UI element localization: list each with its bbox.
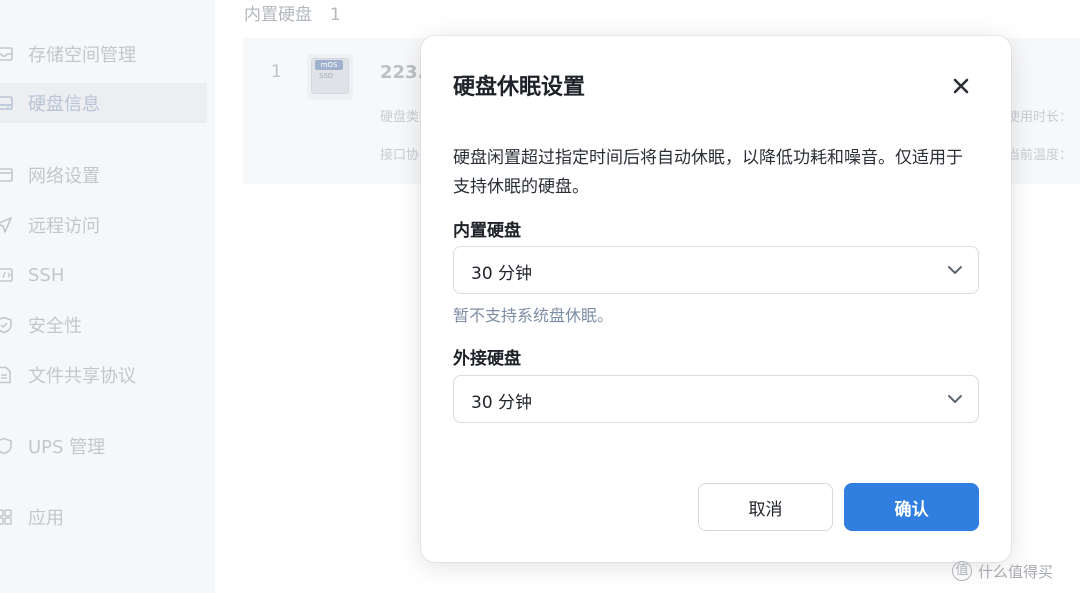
disk-name: 223.: [380, 62, 425, 83]
sidebar-item-ssh[interactable]: SSH: [0, 255, 207, 295]
watermark: 值 什么值得买: [952, 559, 1053, 583]
ups-shield-icon: [0, 437, 14, 455]
disk-meta-interface: 接口协: [380, 148, 420, 163]
sidebar-item-label: SSH: [28, 264, 65, 286]
sidebar-item-label: 远程访问: [28, 216, 100, 237]
disk-meta-temperature: 当前温度：: [1007, 148, 1073, 163]
apps-icon: [0, 508, 14, 526]
watermark-logo: 值: [952, 561, 972, 581]
sidebar-item-file-sharing[interactable]: 文件共享协议: [0, 355, 207, 395]
chevron-down-icon: [946, 390, 964, 408]
confirm-button[interactable]: 确认: [844, 483, 979, 531]
internal-disk-sleep-value: 30 分钟: [471, 264, 533, 284]
sidebar-item-label: 存储空间管理: [28, 45, 136, 66]
sidebar-item-network[interactable]: 网络设置: [0, 155, 207, 195]
sidebar: 存储空间管理 硬盘信息 网络设置 远程访问 SSH 安全性 文件共享协议 UPS…: [0, 0, 215, 593]
sidebar-item-label: UPS 管理: [28, 437, 106, 458]
external-disk-sleep-value: 30 分钟: [471, 393, 533, 413]
chevron-down-icon: [946, 261, 964, 279]
section-title-text: 内置硬盘: [244, 5, 312, 25]
internal-disk-label: 内置硬盘: [453, 221, 521, 241]
cancel-button[interactable]: 取消: [698, 483, 833, 531]
close-button[interactable]: [947, 72, 975, 100]
ssd-label: SSD: [319, 72, 334, 80]
terminal-icon: [0, 266, 14, 284]
sidebar-item-label: 应用: [28, 508, 64, 529]
disk-index: 1: [271, 62, 282, 82]
sidebar-item-disk-info[interactable]: 硬盘信息: [0, 83, 207, 123]
storage-icon: [0, 45, 14, 63]
sidebar-item-ups[interactable]: UPS 管理: [0, 426, 207, 466]
disk-icon: [0, 94, 14, 112]
external-disk-label: 外接硬盘: [453, 349, 521, 369]
sidebar-item-label: 文件共享协议: [28, 366, 136, 387]
network-icon: [0, 166, 14, 184]
close-icon: [953, 78, 969, 94]
sidebar-item-remote-access[interactable]: 远程访问: [0, 205, 207, 245]
sidebar-item-label: 网络设置: [28, 166, 100, 187]
section-count: 1: [330, 5, 341, 25]
dialog-title: 硬盘休眠设置: [453, 75, 586, 100]
sidebar-item-security[interactable]: 安全性: [0, 305, 207, 345]
file-icon: [0, 366, 14, 384]
external-disk-sleep-select[interactable]: 30 分钟: [453, 375, 979, 423]
sidebar-item-label: 硬盘信息: [28, 94, 100, 115]
ssd-tag: mOS: [315, 60, 343, 70]
sidebar-item-label: 安全性: [28, 316, 82, 337]
sidebar-item-apps[interactable]: 应用: [0, 497, 207, 537]
dialog-description: 硬盘闲置超过指定时间后将自动休眠，以降低功耗和噪音。仅适用于支持休眠的硬盘。: [453, 148, 963, 197]
send-icon: [0, 216, 14, 234]
disk-sleep-dialog: 硬盘休眠设置 硬盘闲置超过指定时间后将自动休眠，以降低功耗和噪音。仅适用于支持休…: [421, 36, 1011, 562]
sidebar-item-storage[interactable]: 存储空间管理: [0, 34, 207, 74]
ssd-thumbnail: mOS SSD: [307, 54, 353, 100]
internal-disk-sleep-select[interactable]: 30 分钟: [453, 246, 979, 294]
shield-icon: [0, 316, 14, 334]
section-title: 内置硬盘 1: [244, 0, 341, 25]
watermark-text: 什么值得买: [978, 562, 1054, 581]
internal-disk-hint: 暂不支持系统盘休眠。: [453, 306, 614, 325]
disk-meta-type: 硬盘类: [380, 110, 420, 125]
disk-meta-usage-time: 使用时长：: [1007, 110, 1073, 125]
